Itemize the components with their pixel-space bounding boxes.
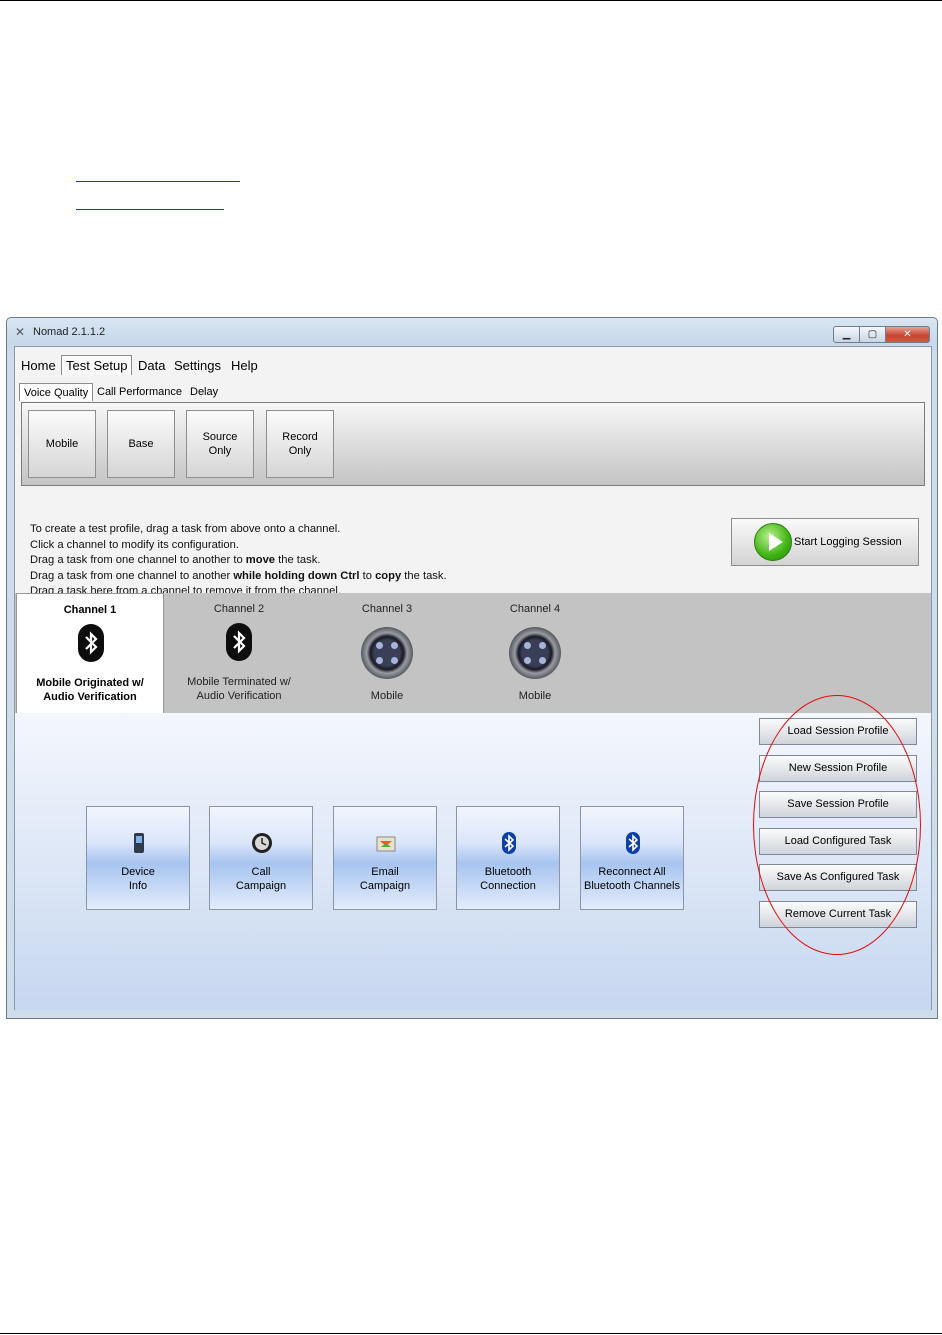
- channel-title: Channel 3: [361, 603, 413, 615]
- start-logging-label: Start Logging Session: [794, 536, 902, 548]
- menu-data[interactable]: Data: [134, 356, 169, 376]
- document-link-2[interactable]: [76, 198, 224, 210]
- app-logo-icon: ✕: [15, 325, 26, 339]
- tab-call-performance[interactable]: Call Performance: [93, 383, 186, 401]
- channel-3-tab[interactable]: Channel 3 Mobile: [313, 593, 461, 711]
- menu-settings[interactable]: Settings: [170, 356, 225, 376]
- instruction-line: Drag a task from one channel to another …: [30, 569, 447, 582]
- clock-icon: [252, 833, 272, 853]
- menu-help[interactable]: Help: [227, 356, 262, 376]
- start-logging-session-button[interactable]: Start Logging Session: [731, 518, 919, 566]
- task-label: Reconnect All Bluetooth Channels: [583, 866, 680, 892]
- task-base-button[interactable]: Base: [107, 410, 175, 478]
- instruction-line: To create a test profile, drag a task fr…: [30, 523, 341, 535]
- bluetooth-icon: [226, 623, 252, 661]
- maximize-icon[interactable]: ▢: [860, 326, 886, 343]
- audio-jack-icon: [361, 627, 413, 679]
- task-label: Bluetooth Connection: [480, 866, 536, 892]
- task-label: Device Info: [121, 866, 155, 892]
- tab-delay[interactable]: Delay: [186, 383, 222, 401]
- play-icon: [754, 523, 792, 561]
- task-call-campaign[interactable]: Call Campaign: [209, 806, 313, 910]
- task-record-only-button[interactable]: Record Only: [266, 410, 334, 478]
- window-controls: ▁ ▢ ✕: [833, 326, 930, 343]
- task-mobile-button[interactable]: Mobile: [28, 410, 96, 478]
- document-link-1[interactable]: [76, 170, 240, 182]
- bluetooth-icon: [502, 832, 516, 854]
- task-reconnect-all-bluetooth[interactable]: Reconnect All Bluetooth Channels: [580, 806, 684, 910]
- bluetooth-icon: [78, 624, 104, 662]
- window-title: Nomad 2.1.1.2: [33, 326, 106, 338]
- task-bluetooth-connection[interactable]: Bluetooth Connection: [456, 806, 560, 910]
- channel-4-tab[interactable]: Channel 4 Mobile: [461, 593, 609, 711]
- menu-home[interactable]: Home: [17, 356, 60, 376]
- channel-description: Mobile Originated w/ Audio Verification: [36, 677, 144, 703]
- minimize-icon[interactable]: ▁: [833, 326, 860, 343]
- channel-bar: Channel 1 Mobile Originated w/ Audio Ver…: [15, 593, 931, 713]
- channel-description: Mobile: [370, 690, 404, 702]
- channel-title: Channel 2: [213, 603, 265, 615]
- instruction-line: Drag a task from one channel to another …: [30, 554, 321, 567]
- task-label: Call Campaign: [235, 866, 287, 892]
- ribbon-panel: Mobile Base Source Only Record Only: [21, 402, 925, 486]
- page-bottom-rule: [0, 1333, 942, 1334]
- title-bar: ✕ Nomad 2.1.1.2 ▁ ▢ ✕: [7, 318, 937, 346]
- phone-icon: [134, 833, 144, 853]
- menu-test-setup[interactable]: Test Setup: [61, 355, 133, 375]
- task-device-info[interactable]: Device Info: [86, 806, 190, 910]
- page-top-rule: [0, 0, 942, 1]
- task-label: Email Campaign: [359, 866, 411, 892]
- channel-description: Mobile: [518, 690, 552, 702]
- channel-description: Mobile Terminated w/ Audio Verification: [187, 676, 291, 702]
- bluetooth-icon: [626, 832, 640, 854]
- task-source-only-button[interactable]: Source Only: [186, 410, 254, 478]
- email-icon: [376, 836, 396, 852]
- channel-title: Channel 4: [509, 603, 561, 615]
- highlight-oval: [753, 695, 921, 955]
- close-icon[interactable]: ✕: [886, 326, 930, 343]
- task-email-campaign[interactable]: Email Campaign: [333, 806, 437, 910]
- instructions-text: To create a test profile, drag a task fr…: [30, 522, 447, 600]
- channel-2-tab[interactable]: Channel 2 Mobile Terminated w/ Audio Ver…: [165, 593, 313, 711]
- instruction-line: Click a channel to modify its configurat…: [30, 538, 239, 551]
- tab-voice-quality[interactable]: Voice Quality: [19, 383, 94, 401]
- channel-title: Channel 1: [63, 604, 117, 616]
- audio-jack-icon: [509, 627, 561, 679]
- menu-bar: Home Test Setup Data Settings Help: [15, 347, 931, 379]
- channel-1-tab[interactable]: Channel 1 Mobile Originated w/ Audio Ver…: [16, 593, 164, 713]
